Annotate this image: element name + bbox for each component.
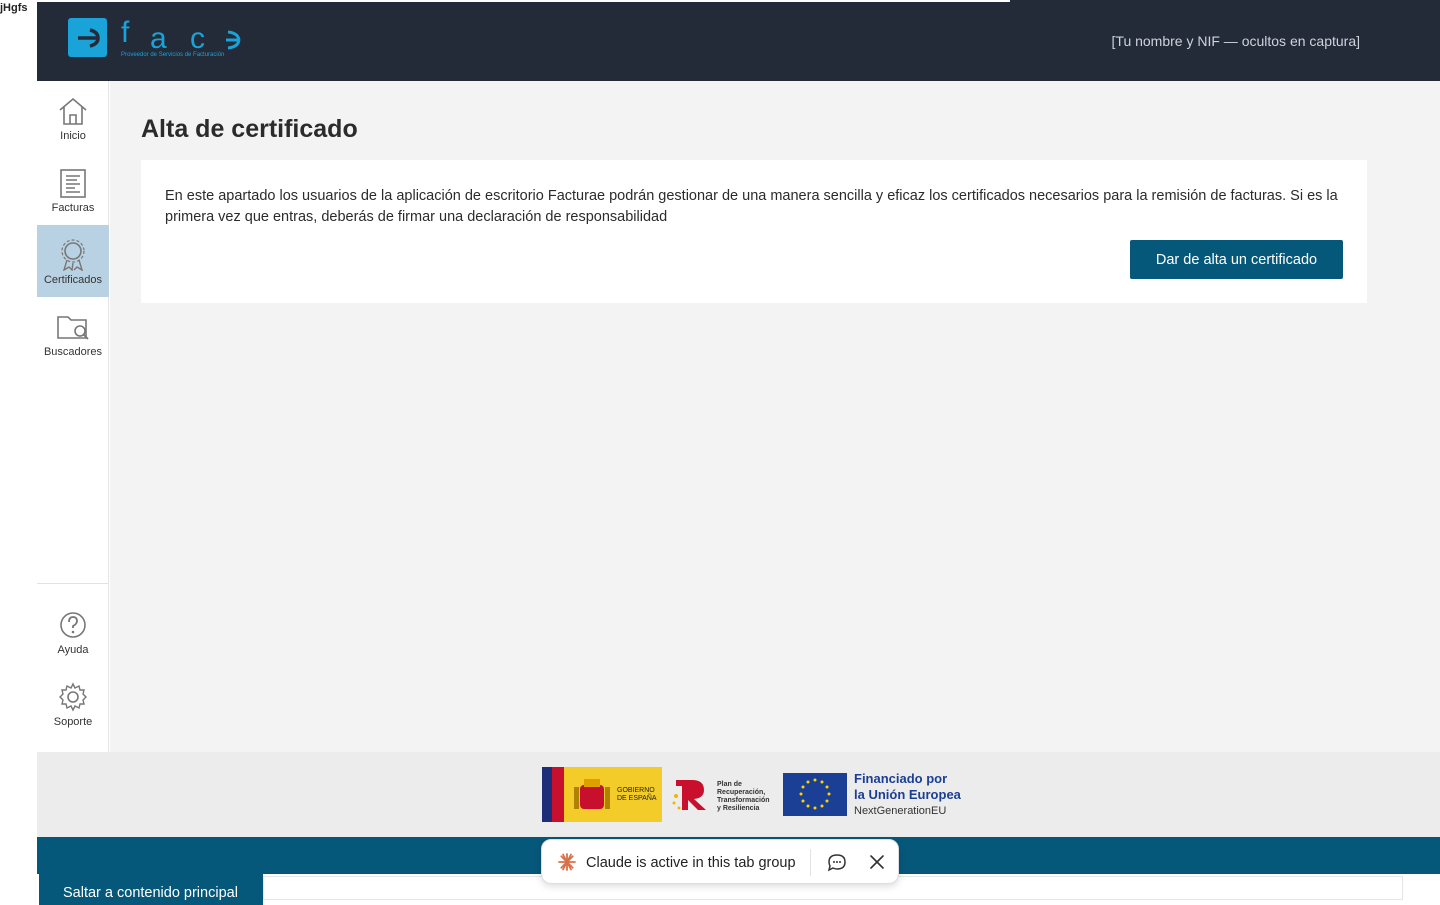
sidebar-item-label: Inicio <box>60 130 86 142</box>
svg-text:c: c <box>190 22 205 55</box>
prtr-line1: Plan de <box>717 781 742 788</box>
sidebar-item-soporte[interactable]: Soporte <box>37 667 109 739</box>
home-icon <box>59 97 87 125</box>
description-text: En este apartado los usuarios de la apli… <box>165 188 1338 225</box>
sidebar-item-label: Facturas <box>51 202 95 214</box>
sidebar-divider <box>37 583 109 584</box>
user-info: [Tu nombre y NIF — ocultos en captura] <box>1111 33 1360 49</box>
app-header: f a c Proveedor de Servicios de Facturac… <box>37 0 1440 81</box>
face-logo[interactable]: f a c Proveedor de Servicios de Facturac… <box>68 16 258 60</box>
top-divider <box>37 0 1010 2</box>
eu-flag-icon[interactable] <box>783 773 847 816</box>
claude-banner-divider <box>810 849 811 876</box>
sidebar-item-inicio[interactable]: Inicio <box>37 81 109 153</box>
eu-line2: la Unión Europea <box>854 787 961 802</box>
sidebar-item-certificados[interactable]: Certificados <box>37 225 109 297</box>
prtr-mark-icon <box>672 780 706 810</box>
sidebar-item-label: Ayuda <box>57 644 89 656</box>
gobierno-espana-logo[interactable]: GOBIERNO DE ESPAÑA <box>542 767 662 822</box>
info-card: En este apartado los usuarios de la apli… <box>141 160 1367 303</box>
sidebar-item-ayuda[interactable]: Ayuda <box>37 595 109 667</box>
prtr-line4: y Resiliencia <box>717 805 760 812</box>
overlapping-text-fragment: jHgfs <box>0 2 28 14</box>
gobierno-line2: DE ESPAÑA <box>617 795 657 802</box>
close-icon[interactable] <box>868 853 886 871</box>
invoice-icon <box>60 169 86 198</box>
prtr-line2: Recuperación, <box>717 789 766 796</box>
folder-search-icon <box>57 316 89 340</box>
logo-tagline: Proveedor de Servicios de Facturación <box>121 52 224 58</box>
sidebar-item-label: Certificados <box>43 274 103 286</box>
help-icon <box>60 612 86 638</box>
claude-star-icon <box>558 853 576 871</box>
gobierno-line1: GOBIERNO <box>617 787 655 794</box>
sidebar: Inicio Facturas Certificados Buscadores <box>37 81 109 752</box>
skip-to-content-link[interactable]: Saltar a contenido principal <box>39 873 263 905</box>
claude-active-banner: Claude is active in this tab group <box>541 839 899 884</box>
prtr-line3: Transformación <box>717 797 770 804</box>
funding-logos: GOBIERNO DE ESPAÑA Plan de Recuperación,… <box>37 752 1440 837</box>
page-title: Alta de certificado <box>141 115 358 143</box>
sidebar-item-label: Soporte <box>53 716 93 728</box>
sidebar-item-label: Buscadores <box>43 346 103 358</box>
main-content: Alta de certificado En este apartado los… <box>110 81 1440 752</box>
svg-text:a: a <box>150 22 167 55</box>
coat-of-arms-icon <box>574 779 610 809</box>
chat-icon[interactable] <box>827 853 847 873</box>
sidebar-item-facturas[interactable]: Facturas <box>37 153 109 225</box>
eu-line3: NextGenerationEU <box>854 805 947 817</box>
certificate-icon <box>61 239 85 271</box>
claude-banner-text: Claude is active in this tab group <box>586 855 796 871</box>
eu-line1: Financiado por <box>854 771 948 786</box>
gear-icon <box>59 682 87 712</box>
eu-funding-text: Financiado por la Unión Europea NextGene… <box>854 771 961 819</box>
add-certificate-button[interactable]: Dar de alta un certificado <box>1130 240 1343 279</box>
prtr-logo[interactable]: Plan de Recuperación, Transformación y R… <box>670 774 780 814</box>
svg-text:f: f <box>121 18 130 49</box>
sidebar-item-buscadores[interactable]: Buscadores <box>37 297 109 369</box>
